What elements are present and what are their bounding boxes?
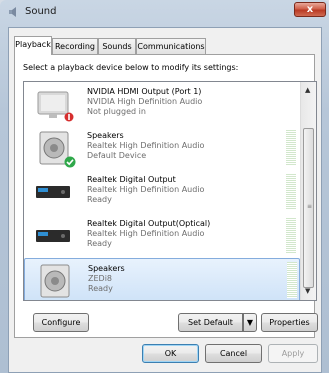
close-button[interactable]: x: [294, 2, 326, 17]
device-name: Realtek Digital Output: [87, 175, 176, 184]
device-status: Ready: [87, 195, 112, 204]
tab-communications[interactable]: Communications: [136, 38, 206, 54]
ok-button[interactable]: OK: [142, 344, 199, 363]
device-status: Ready: [87, 239, 112, 248]
tab-playback[interactable]: Playback: [14, 36, 52, 55]
instruction-text: Select a playback device below to modify…: [23, 63, 239, 72]
device-name: Realtek Digital Output(Optical): [87, 219, 211, 228]
window-title: Sound: [25, 6, 57, 17]
list-item[interactable]: Speakers Realtek High Definition Audio D…: [24, 126, 300, 170]
properties-button[interactable]: Properties: [261, 313, 318, 332]
list-item[interactable]: Realtek Digital Output(Optical) Realtek …: [24, 214, 300, 258]
title-bar[interactable]: Sound x: [0, 0, 329, 26]
scroll-up-arrow[interactable]: ▲: [305, 86, 310, 94]
device-list[interactable]: NVIDIA HDMI Output (Port 1) NVIDIA High …: [23, 81, 317, 301]
set-default-dropdown-arrow[interactable]: ▼: [243, 313, 257, 332]
device-status: Not plugged in: [87, 107, 146, 116]
device-name: Speakers: [88, 264, 125, 273]
cancel-button[interactable]: Cancel: [205, 344, 262, 363]
grip-icon: ≡: [307, 203, 313, 210]
speaker-icon: [9, 7, 16, 17]
device-status: Ready: [88, 284, 113, 293]
digital-output-icon: [36, 230, 70, 242]
list-item[interactable]: NVIDIA HDMI Output (Port 1) NVIDIA High …: [24, 82, 300, 126]
set-default-button[interactable]: Set Default: [178, 313, 243, 332]
device-driver: ZEDi8: [88, 274, 113, 283]
list-item[interactable]: Speakers ZEDi8 Ready: [24, 258, 300, 300]
configure-button[interactable]: Configure: [33, 313, 89, 332]
unplugged-badge: [64, 112, 74, 122]
volume-level-meter: [286, 130, 296, 166]
list-item[interactable]: Realtek Digital Output Realtek High Defi…: [24, 170, 300, 214]
scroll-down-arrow[interactable]: ▼: [305, 287, 310, 295]
vertical-scrollbar[interactable]: ▲ ≡ ▼: [300, 82, 316, 300]
device-name: NVIDIA HDMI Output (Port 1): [87, 87, 202, 96]
device-driver: Realtek High Definition Audio: [87, 141, 205, 150]
scroll-thumb[interactable]: ≡: [303, 128, 314, 288]
apply-button[interactable]: Apply: [268, 344, 318, 363]
device-driver: NVIDIA High Definition Audio: [87, 97, 203, 106]
device-driver: Realtek High Definition Audio: [87, 229, 205, 238]
speaker-icon: [40, 264, 70, 298]
volume-level-meter: [286, 218, 296, 254]
volume-level-meter: [287, 262, 297, 298]
device-name: Speakers: [87, 131, 124, 140]
device-driver: Realtek High Definition Audio: [87, 185, 205, 194]
device-status: Default Device: [87, 151, 147, 160]
tab-sounds[interactable]: Sounds: [98, 38, 136, 54]
tab-recording[interactable]: Recording: [52, 38, 98, 54]
default-check-badge: [64, 156, 76, 168]
digital-output-icon: [36, 186, 70, 198]
volume-level-meter: [286, 174, 296, 210]
